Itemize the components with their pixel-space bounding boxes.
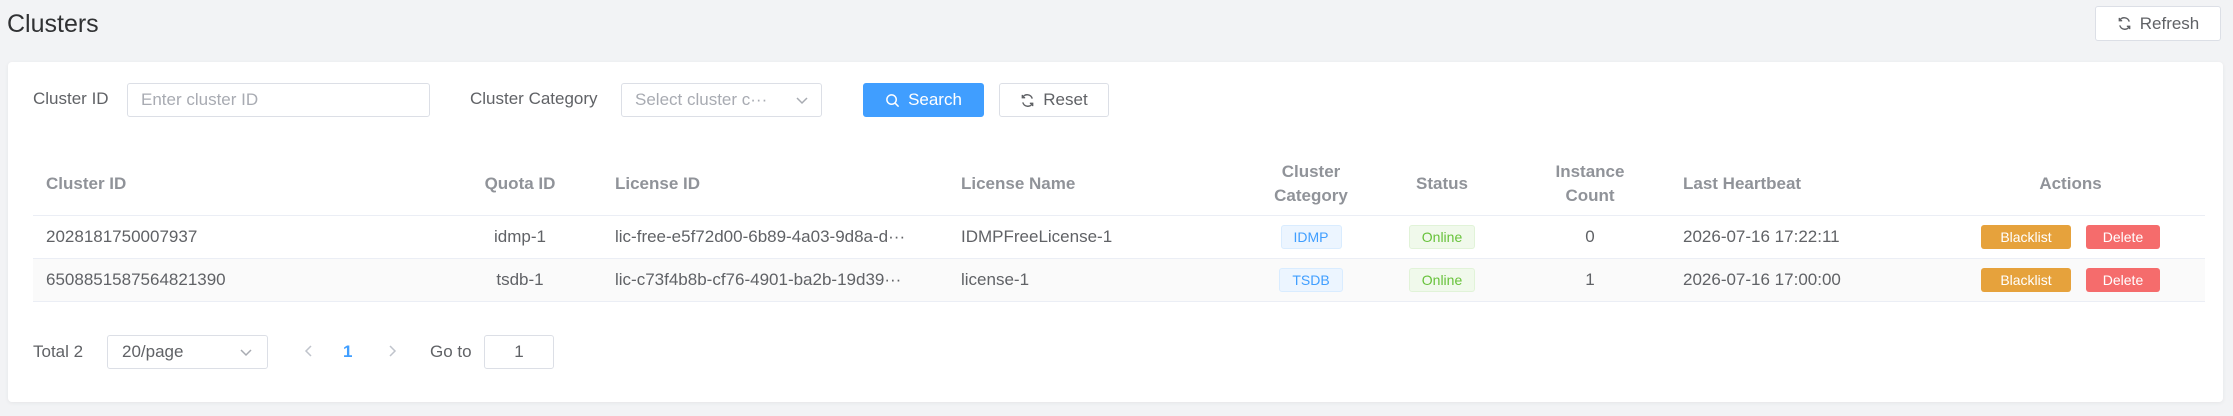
next-page-button[interactable] — [386, 342, 398, 360]
page-size-value: 20/page — [122, 342, 184, 361]
search-icon — [885, 93, 900, 108]
header-cluster-category: Cluster Category — [1248, 152, 1374, 215]
cell-instance-count: 0 — [1585, 227, 1595, 246]
table-header: Cluster ID Quota ID License ID License N… — [33, 152, 2205, 216]
blacklist-button[interactable]: Blacklist — [1981, 225, 2071, 249]
chevron-right-icon — [386, 342, 398, 360]
cell-instance-count: 1 — [1585, 270, 1595, 289]
category-tag: IDMP — [1280, 225, 1342, 249]
cell-quota-id: idmp-1 — [494, 227, 546, 246]
cell-status: Online — [1374, 216, 1510, 258]
search-button[interactable]: Search — [863, 83, 984, 117]
cell-actions: Blacklist Delete — [1936, 216, 2205, 258]
cell-last-heartbeat: 2026-07-16 17:22:11 — [1683, 227, 1840, 246]
cluster-id-input[interactable]: Enter cluster ID — [127, 83, 430, 117]
cell-category: IDMP — [1248, 216, 1374, 258]
refresh-button[interactable]: Refresh — [2095, 6, 2221, 41]
cell-license-id: lic-c73f4b8b-cf76-4901-ba2b-19d39··· — [602, 259, 948, 301]
clusters-table: Cluster ID Quota ID License ID License N… — [33, 152, 2205, 302]
cluster-category-label: Cluster Category — [470, 89, 598, 108]
header-license-name: License Name — [961, 173, 1076, 193]
cell-last-heartbeat: 2026-07-16 17:00:00 — [1683, 270, 1841, 289]
header-license-id: License ID — [615, 173, 701, 193]
header-instance-count: Instance Count — [1510, 152, 1670, 215]
page-title: Clusters — [7, 10, 99, 38]
table-row: 6508851587564821390 tsdb-1 lic-c73f4b8b-… — [33, 259, 2205, 302]
status-badge: Online — [1408, 268, 1476, 292]
header-last-heartbeat: Last Heartbeat — [1683, 173, 1802, 193]
cell-license-name: license-1 — [961, 270, 1030, 289]
reset-label: Reset — [1043, 90, 1088, 109]
cell-license-id-text: lic-free-e5f72d00-6b89-4a03-9d8a-d··· — [615, 227, 906, 246]
cluster-category-placeholder: Select cluster c··· — [635, 90, 768, 109]
chevron-left-icon — [303, 342, 315, 360]
delete-button[interactable]: Delete — [2086, 225, 2160, 249]
goto-page-value: 1 — [514, 342, 524, 361]
category-tag: TSDB — [1279, 268, 1343, 292]
goto-page-input[interactable]: 1 — [484, 335, 554, 369]
header-instance-count-line2: Count — [1565, 185, 1615, 205]
cell-status: Online — [1374, 259, 1510, 301]
cluster-id-placeholder: Enter cluster ID — [141, 90, 259, 109]
cell-actions: Blacklist Delete — [1936, 259, 2205, 301]
refresh-icon — [1020, 93, 1035, 108]
header-status: Status — [1416, 173, 1468, 193]
header-quota-id: Quota ID — [484, 173, 556, 193]
cell-license-id: lic-free-e5f72d00-6b89-4a03-9d8a-d··· — [602, 216, 948, 258]
header-cluster-category-line1: Cluster — [1281, 161, 1341, 181]
cell-cluster-id: 2028181750007937 — [46, 227, 198, 246]
chevron-down-icon — [239, 345, 253, 359]
refresh-icon — [2117, 16, 2132, 31]
page-size-select[interactable]: 20/page — [107, 335, 268, 369]
delete-button[interactable]: Delete — [2086, 268, 2160, 292]
table-row: 2028181750007937 idmp-1 lic-free-e5f72d0… — [33, 216, 2205, 259]
header-actions: Actions — [2039, 173, 2102, 193]
cell-category: TSDB — [1248, 259, 1374, 301]
page-number-current[interactable]: 1 — [343, 342, 352, 362]
search-label: Search — [908, 90, 962, 109]
prev-page-button[interactable] — [303, 342, 315, 360]
header-instance-count-line1: Instance — [1555, 161, 1625, 181]
header-cluster-id: Cluster ID — [46, 173, 127, 193]
blacklist-button[interactable]: Blacklist — [1981, 268, 2071, 292]
reset-button[interactable]: Reset — [999, 83, 1109, 117]
cell-license-id-text: lic-c73f4b8b-cf76-4901-ba2b-19d39··· — [615, 270, 902, 289]
cell-cluster-id: 6508851587564821390 — [46, 270, 226, 289]
cluster-id-label: Cluster ID — [33, 89, 109, 108]
cluster-category-select[interactable]: Select cluster c··· — [621, 83, 822, 117]
status-badge: Online — [1408, 225, 1476, 249]
cell-quota-id: tsdb-1 — [496, 270, 544, 289]
pagination-total: Total 2 — [33, 342, 84, 361]
header-cluster-category-line2: Category — [1274, 185, 1348, 205]
clusters-card: Cluster ID Enter cluster ID Cluster Cate… — [8, 62, 2223, 402]
chevron-down-icon — [795, 93, 809, 107]
refresh-label: Refresh — [2139, 13, 2200, 33]
cell-license-name: IDMPFreeLicense-1 — [961, 227, 1113, 246]
goto-label: Go to — [430, 342, 472, 361]
